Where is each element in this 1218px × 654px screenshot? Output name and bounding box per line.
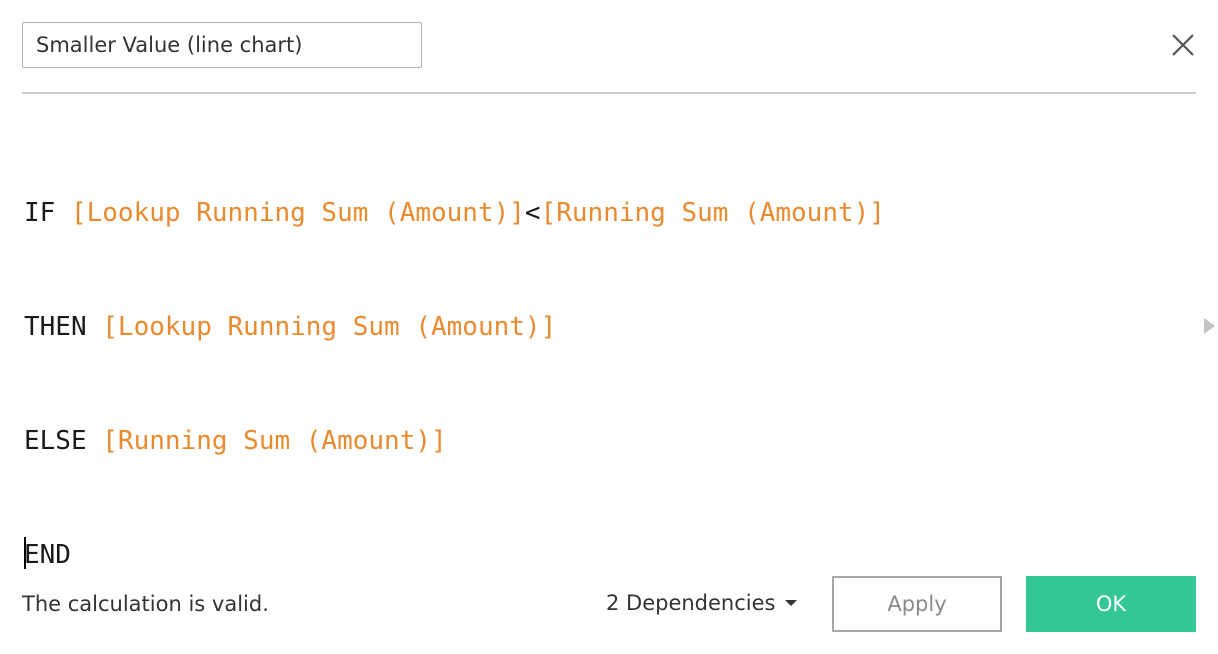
dependencies-dropdown[interactable]: 2 Dependencies bbox=[606, 588, 798, 618]
keyword-else: ELSE bbox=[24, 426, 103, 456]
field-running-sum: [Running Sum (Amount)] bbox=[102, 426, 447, 456]
triangle-right-icon bbox=[1204, 318, 1215, 334]
keyword-then: THEN bbox=[24, 312, 103, 342]
side-panel-expander[interactable] bbox=[1202, 316, 1216, 336]
caret-down-icon bbox=[784, 600, 797, 606]
formula-line-4: END bbox=[24, 536, 1174, 574]
formula-line-1: IF [Lookup Running Sum (Amount)]<[Runnin… bbox=[24, 194, 1174, 232]
formula-line-2: THEN [Lookup Running Sum (Amount)] bbox=[24, 308, 1174, 346]
apply-label: Apply bbox=[887, 592, 947, 616]
ok-label: OK bbox=[1095, 592, 1127, 616]
keyword-if: IF bbox=[24, 198, 71, 228]
header-divider bbox=[22, 92, 1196, 94]
field-running-sum: [Running Sum (Amount)] bbox=[540, 198, 885, 228]
dependencies-label: 2 Dependencies bbox=[606, 591, 776, 615]
keyword-end: END bbox=[24, 540, 71, 570]
calculation-name-input[interactable] bbox=[22, 22, 422, 68]
close-button[interactable] bbox=[1164, 26, 1202, 64]
close-icon bbox=[1172, 34, 1194, 56]
ok-button[interactable]: OK bbox=[1026, 576, 1196, 632]
field-lookup-running-sum: [Lookup Running Sum (Amount)] bbox=[70, 198, 525, 228]
apply-button[interactable]: Apply bbox=[832, 576, 1002, 632]
operator-less-than: < bbox=[524, 198, 541, 228]
validation-status: The calculation is valid. bbox=[22, 592, 269, 616]
formula-editor[interactable]: IF [Lookup Running Sum (Amount)]<[Runnin… bbox=[24, 118, 1174, 570]
formula-line-3: ELSE [Running Sum (Amount)] bbox=[24, 422, 1174, 460]
field-lookup-running-sum: [Lookup Running Sum (Amount)] bbox=[102, 312, 557, 342]
